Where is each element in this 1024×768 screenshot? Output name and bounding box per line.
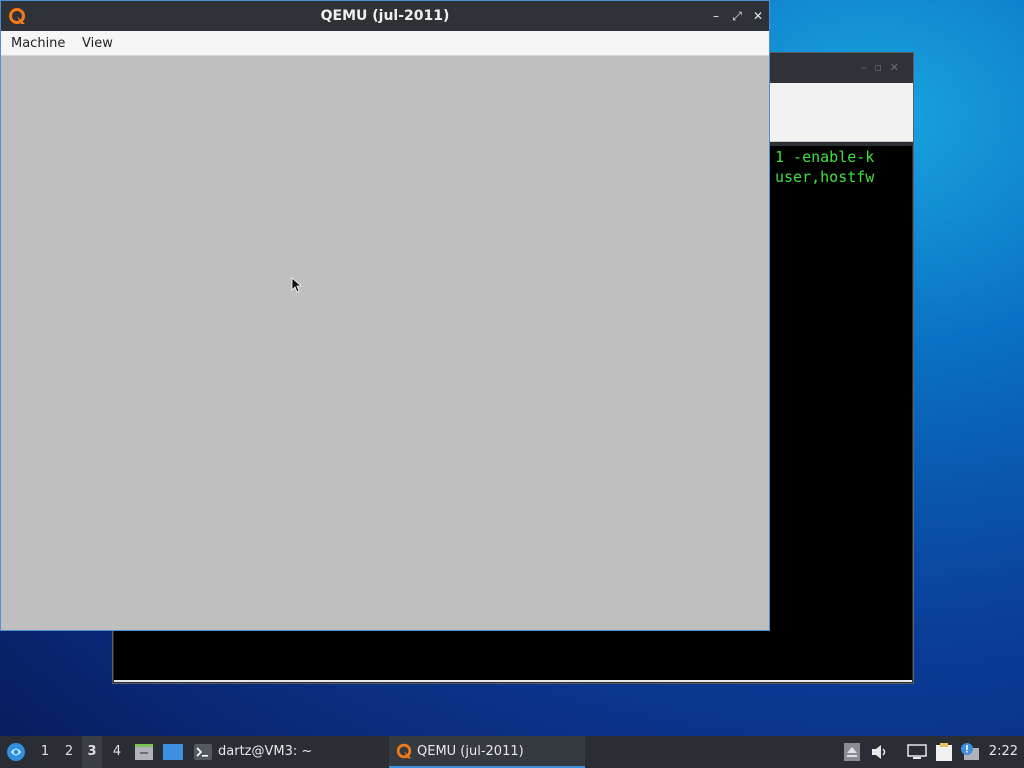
maximize-button[interactable]: ⤢ xyxy=(728,7,746,25)
workspace-4[interactable]: 4 xyxy=(107,736,127,768)
clock[interactable]: 2:22 xyxy=(989,736,1018,768)
taskbar-task-terminal[interactable]: dartz@VM3: ~ xyxy=(218,736,312,768)
taskbar-task-qemu[interactable]: QEMU (jul-2011) xyxy=(389,736,585,768)
clipboard-icon[interactable] xyxy=(934,742,954,762)
minimize-button[interactable]: – xyxy=(707,7,725,25)
lxqt-start-icon[interactable] xyxy=(6,742,26,762)
terminal-line: 1 -enable-k xyxy=(775,148,875,166)
qemu-menubar: Machine View xyxy=(1,31,769,56)
notification-icon[interactable] xyxy=(960,742,980,762)
taskbar-task-qemu-label: QEMU (jul-2011) xyxy=(417,744,524,759)
file-manager-icon[interactable] xyxy=(134,743,154,761)
terminal-icon xyxy=(194,744,212,760)
workspace-1[interactable]: 1 xyxy=(35,736,55,768)
menu-view[interactable]: View xyxy=(82,36,113,51)
qemu-logo-icon xyxy=(396,743,412,759)
close-button[interactable]: ✕ xyxy=(749,7,767,25)
volume-icon[interactable] xyxy=(871,744,889,760)
mouse-cursor-icon xyxy=(291,277,301,293)
network-icon[interactable] xyxy=(907,744,927,760)
qemu-display-area[interactable] xyxy=(1,56,769,630)
show-desktop-icon[interactable] xyxy=(163,744,183,760)
eject-icon[interactable] xyxy=(844,743,860,761)
qemu-window-title: QEMU (jul-2011) xyxy=(320,8,450,24)
qemu-titlebar[interactable]: QEMU (jul-2011) – ⤢ ✕ xyxy=(1,1,769,31)
taskbar: 1 2 3 4 dartz@VM3: ~ QEMU (jul-2011) 2:2… xyxy=(0,736,1024,768)
terminal-window-controls[interactable]: –▫✕ xyxy=(861,61,907,74)
menu-machine[interactable]: Machine xyxy=(11,36,65,51)
workspace-2[interactable]: 2 xyxy=(59,736,79,768)
terminal-bottom-border xyxy=(114,680,912,682)
qemu-window[interactable]: QEMU (jul-2011) – ⤢ ✕ Machine View xyxy=(0,0,770,631)
terminal-line: user,hostfw xyxy=(775,168,875,186)
workspace-3[interactable]: 3 xyxy=(82,736,102,768)
